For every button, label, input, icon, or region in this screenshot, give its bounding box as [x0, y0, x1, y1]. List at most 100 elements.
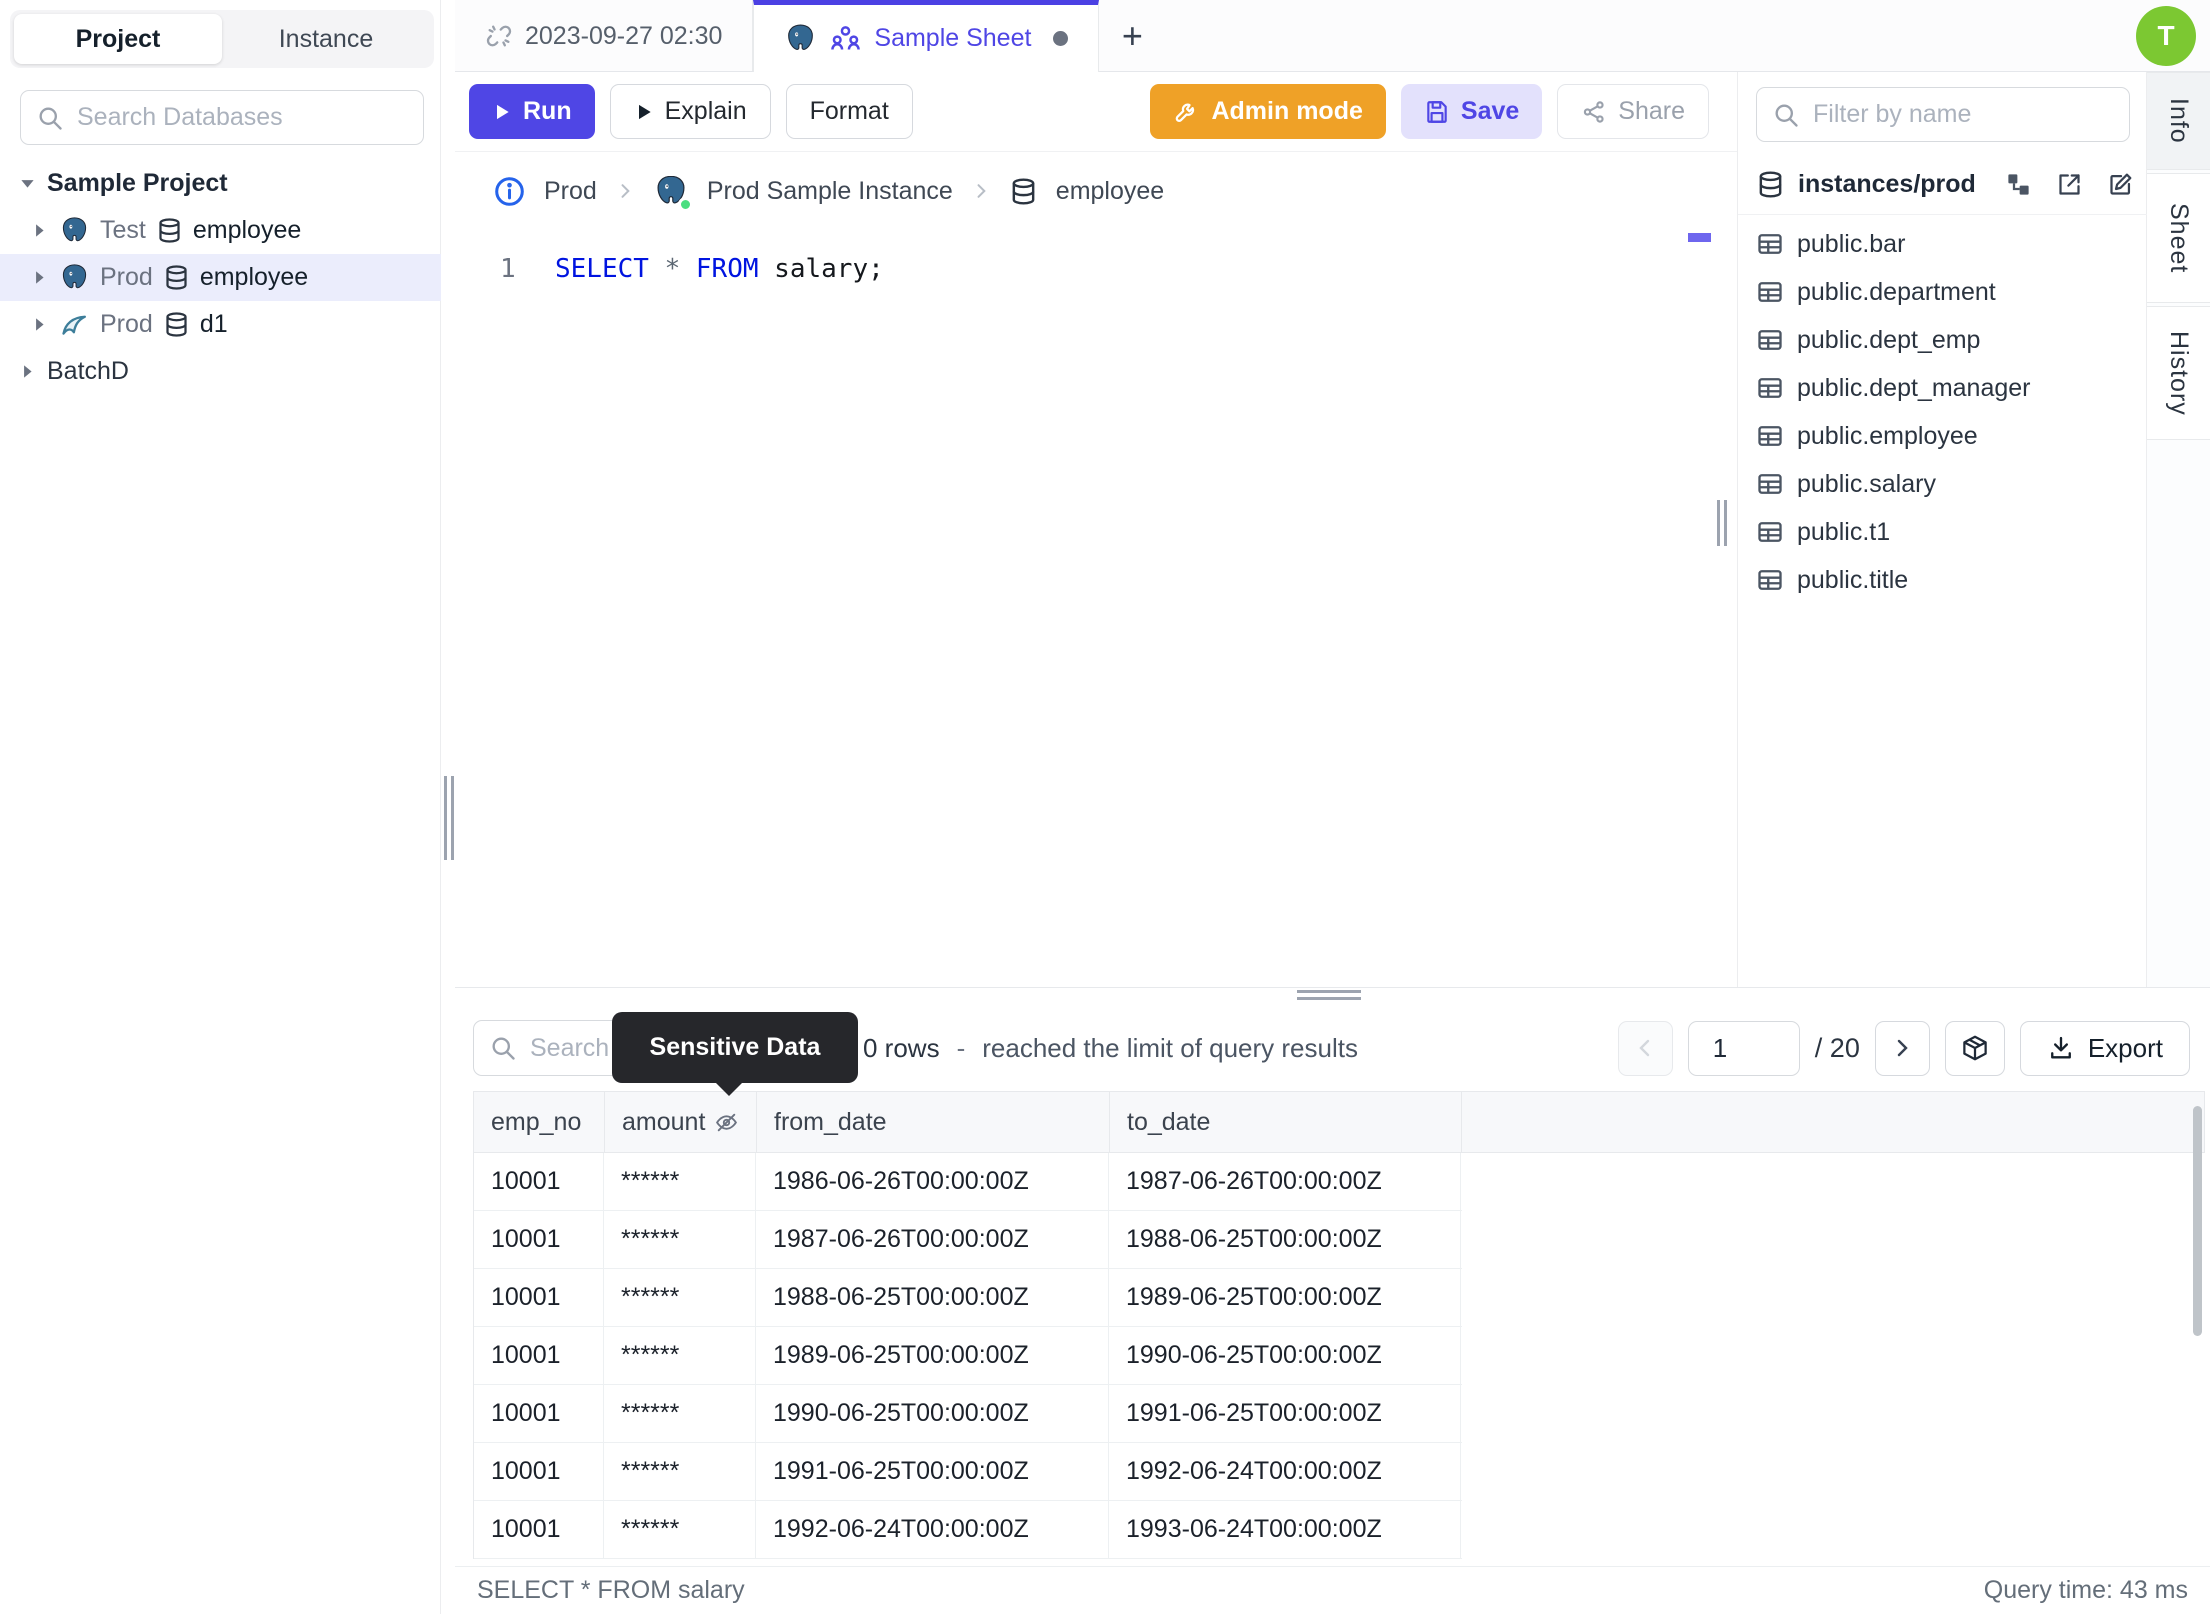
cell-from-date: 1991-06-25T00:00:00Z	[756, 1443, 1109, 1500]
next-page-button[interactable]	[1874, 1020, 1930, 1076]
table-list-item[interactable]: public.salary	[1738, 460, 2148, 508]
admin-mode-button[interactable]: Admin mode	[1150, 84, 1386, 139]
table-row[interactable]: 10001 ****** 1988-06-25T00:00:00Z 1989-0…	[474, 1269, 1462, 1327]
breadcrumb-environment[interactable]: Prod	[544, 177, 597, 206]
table-list-item[interactable]: public.dept_manager	[1738, 364, 2148, 412]
schema-panel: instances/prod public.bar public.departm…	[1737, 72, 2148, 987]
pagination: / 20 Export	[1617, 1020, 2190, 1076]
tab-info[interactable]: Info	[2147, 72, 2210, 170]
column-header-amount[interactable]: amount	[605, 1092, 757, 1152]
table-icon	[1756, 326, 1784, 354]
table-row[interactable]: 10001 ****** 1990-06-25T00:00:00Z 1991-0…	[474, 1385, 1462, 1443]
run-button[interactable]: Run	[469, 84, 595, 139]
table-list: public.bar public.department public.dept…	[1738, 220, 2148, 604]
sql-editor[interactable]: 1 SELECT * FROM salary;	[455, 230, 1712, 980]
chevron-left-icon	[1633, 1036, 1657, 1060]
database-actions	[2005, 171, 2134, 198]
tab-bar-divider	[455, 71, 2210, 72]
mysql-icon	[59, 309, 90, 340]
share-button[interactable]: Share	[1557, 84, 1709, 139]
side-tab-strip: Info Sheet History	[2147, 72, 2210, 987]
table-list-item[interactable]: public.title	[1738, 556, 2148, 604]
table-row[interactable]: 10001 ****** 1992-06-24T00:00:00Z 1993-0…	[474, 1501, 1462, 1559]
table-name: public.title	[1797, 565, 1909, 594]
sidebar-resize-handle[interactable]	[444, 776, 454, 860]
table-list-item[interactable]: public.employee	[1738, 412, 2148, 460]
tree-item-batchd[interactable]: BatchD	[0, 348, 441, 395]
table-icon	[1756, 518, 1784, 546]
format-button[interactable]: Format	[785, 84, 913, 139]
play-icon	[634, 102, 654, 122]
table-icon	[1756, 230, 1784, 258]
cell-to-date: 1993-06-24T00:00:00Z	[1109, 1501, 1461, 1558]
tree-item-sample-project[interactable]: Sample Project	[0, 160, 441, 207]
tree-item-test-employee[interactable]: Test employee	[0, 207, 441, 254]
breadcrumb-instance[interactable]: Prod Sample Instance	[707, 177, 953, 206]
results-resize-handle[interactable]	[1297, 990, 1361, 1000]
schema-diagram-icon[interactable]	[2005, 171, 2032, 198]
breadcrumb-database[interactable]: employee	[1056, 177, 1164, 206]
search-icon	[36, 104, 64, 132]
table-row[interactable]: 10001 ****** 1987-06-26T00:00:00Z 1988-0…	[474, 1211, 1462, 1269]
chevron-right-icon	[30, 221, 49, 240]
page-number-input[interactable]	[1687, 1020, 1800, 1076]
cell-from-date: 1990-06-25T00:00:00Z	[756, 1385, 1109, 1442]
user-avatar[interactable]: T	[2136, 6, 2196, 66]
cell-emp-no: 10001	[474, 1443, 604, 1500]
results-table: emp_no amount from_date to_date 10001 **…	[473, 1091, 2205, 1559]
info-icon[interactable]	[493, 175, 526, 208]
cell-to-date: 1988-06-25T00:00:00Z	[1109, 1211, 1461, 1268]
table-icon	[1756, 470, 1784, 498]
chevron-right-icon	[1890, 1036, 1914, 1060]
save-button[interactable]: Save	[1400, 84, 1543, 139]
tab-sheet[interactable]: Sheet	[2147, 173, 2210, 303]
tree-item-prod-d1[interactable]: Prod d1	[0, 301, 441, 348]
cell-from-date: 1988-06-25T00:00:00Z	[756, 1269, 1109, 1326]
cell-to-date: 1989-06-25T00:00:00Z	[1109, 1269, 1461, 1326]
table-row[interactable]: 10001 ****** 1991-06-25T00:00:00Z 1992-0…	[474, 1443, 1462, 1501]
external-link-icon[interactable]	[2056, 171, 2083, 198]
new-tab-button[interactable]: +	[1099, 0, 1165, 72]
table-list-item[interactable]: public.department	[1738, 268, 2148, 316]
cell-amount: ******	[604, 1443, 756, 1500]
tab-instance[interactable]: Instance	[222, 14, 430, 64]
column-header-to-date[interactable]: to_date	[1110, 1092, 1462, 1152]
chevron-right-icon	[30, 268, 49, 287]
sheet-tab-bar: 2023-09-27 02:30 Sample Sheet +	[455, 0, 2210, 72]
search-databases-input[interactable]	[20, 90, 424, 145]
tab-history[interactable]: History	[2147, 306, 2210, 440]
schema-panel-resize-handle[interactable]	[1717, 500, 1727, 546]
edit-icon[interactable]	[2107, 171, 2134, 198]
cell-from-date: 1989-06-25T00:00:00Z	[756, 1327, 1109, 1384]
tree-item-prod-employee[interactable]: Prod employee	[0, 254, 441, 301]
results-vertical-scrollbar[interactable]	[2193, 1106, 2202, 1336]
table-row[interactable]: 10001 ****** 1989-06-25T00:00:00Z 1990-0…	[474, 1327, 1462, 1385]
cell-amount: ******	[604, 1153, 756, 1210]
wrench-icon	[1173, 98, 1200, 125]
chevron-right-icon	[30, 315, 49, 334]
data-masking-button[interactable]	[1944, 1020, 2005, 1076]
tab-sheet-1[interactable]: 2023-09-27 02:30	[455, 0, 754, 72]
column-header-from-date[interactable]: from_date	[757, 1092, 1110, 1152]
table-name: public.department	[1797, 277, 1996, 306]
tab-sheet-2-active[interactable]: Sample Sheet	[753, 0, 1100, 72]
table-row[interactable]: 10001 ****** 1986-06-26T00:00:00Z 1987-0…	[474, 1153, 1462, 1211]
overview-ruler-mark	[1688, 233, 1711, 242]
table-list-item[interactable]: public.bar	[1738, 220, 2148, 268]
export-button[interactable]: Export	[2019, 1020, 2190, 1076]
cell-to-date: 1987-06-26T00:00:00Z	[1109, 1153, 1461, 1210]
table-name: public.dept_manager	[1797, 373, 2031, 402]
column-header-emp-no[interactable]: emp_no	[474, 1092, 605, 1152]
table-name: public.t1	[1797, 517, 1891, 546]
prev-page-button[interactable]	[1617, 1020, 1673, 1076]
table-list-item[interactable]: public.dept_emp	[1738, 316, 2148, 364]
save-icon	[1424, 99, 1450, 125]
explain-button[interactable]: Explain	[609, 84, 771, 139]
filter-by-name-input[interactable]	[1756, 87, 2130, 142]
tab-project[interactable]: Project	[14, 14, 222, 64]
table-list-item[interactable]: public.t1	[1738, 508, 2148, 556]
table-filter	[1756, 87, 2130, 142]
cell-amount: ******	[604, 1327, 756, 1384]
cell-amount: ******	[604, 1501, 756, 1558]
